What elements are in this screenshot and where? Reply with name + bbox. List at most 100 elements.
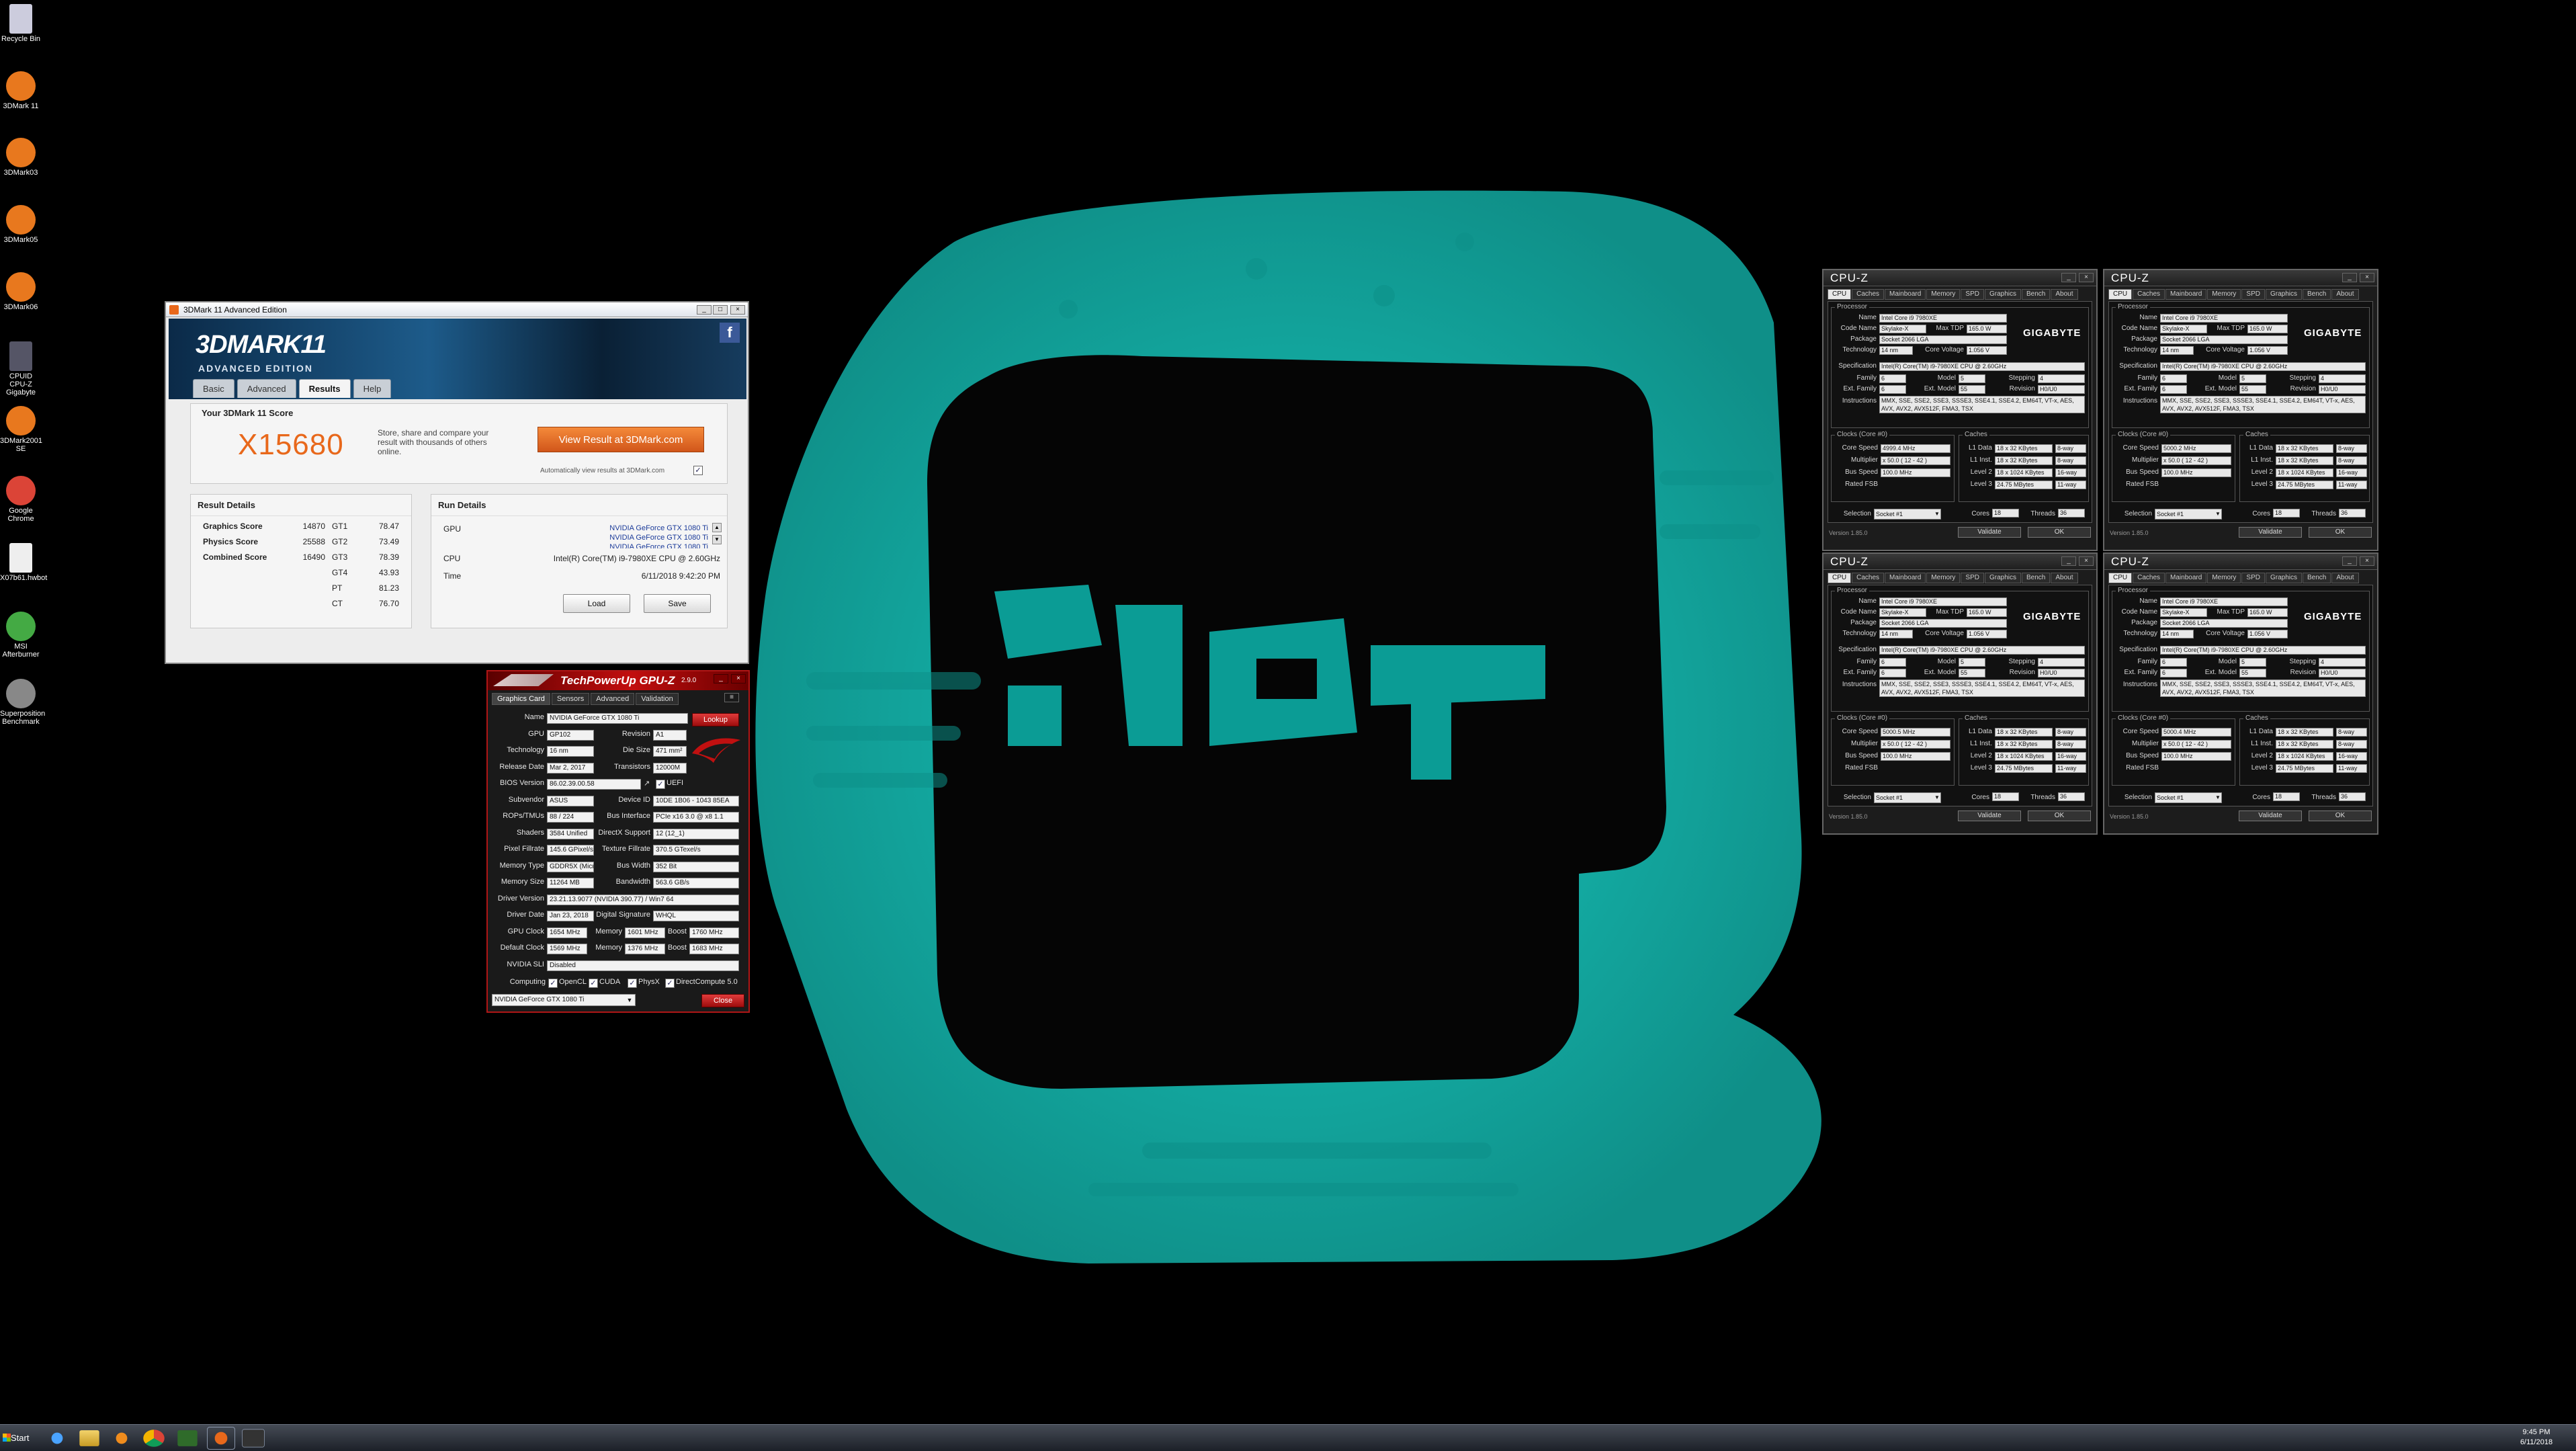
cpuz-close-button[interactable]: × xyxy=(2079,273,2094,282)
cpuz-selection-dropdown[interactable]: Socket #1 xyxy=(2155,792,2222,803)
cpuz-tab-graphics[interactable]: Graphics xyxy=(1984,289,2021,300)
desktop-icon[interactable]: Google Chrome xyxy=(0,476,42,523)
validate-button[interactable]: Validate xyxy=(2239,811,2302,821)
desktop-icon[interactable]: 3DMark2001 SE xyxy=(0,406,42,453)
cpuz-window[interactable]: CPU-Z _ × CPU Caches Mainboard Memory SPD Graphi… xyxy=(2103,269,2378,551)
tab-help[interactable]: Help xyxy=(353,379,392,398)
cpuz-titlebar[interactable]: CPU-Z _ × xyxy=(1823,270,2096,286)
cpuz-tab-graphics[interactable]: Graphics xyxy=(1984,573,2021,583)
desktop-icon[interactable]: 3DMark05 xyxy=(0,205,42,244)
cpuz-tab-bench[interactable]: Bench xyxy=(2022,573,2051,583)
cpuz-titlebar[interactable]: CPU-Z _ × xyxy=(2104,554,2377,570)
cpuz-tab-spd[interactable]: SPD xyxy=(1961,573,1984,583)
cpuz-minimize-button[interactable]: _ xyxy=(2061,273,2076,282)
tab-sensors[interactable]: Sensors xyxy=(551,693,590,705)
share-icon[interactable]: ↗ xyxy=(644,779,653,788)
cpuz-tab-bench[interactable]: Bench xyxy=(2303,289,2331,300)
cpuz-close-button[interactable]: × xyxy=(2360,556,2374,566)
desktop-icon[interactable]: MSI Afterburner xyxy=(0,612,42,659)
tab-advanced[interactable]: Advanced xyxy=(591,693,635,705)
taskbar-cpuz-icon[interactable] xyxy=(242,1429,265,1448)
taskbar-3dmark-icon[interactable] xyxy=(207,1427,235,1450)
cpuz-tab-about[interactable]: About xyxy=(2051,573,2078,583)
desktop-icon[interactable]: X07b61.hwbot xyxy=(0,543,47,582)
cpuz-selection-chevron-down-icon[interactable]: ▼ xyxy=(2214,510,2222,518)
cpuz-tab-caches[interactable]: Caches xyxy=(1852,573,1885,583)
tab-results[interactable]: Results xyxy=(298,379,351,398)
ok-button[interactable]: OK xyxy=(2028,811,2091,821)
cpuz-tab-caches[interactable]: Caches xyxy=(2133,573,2165,583)
system-clock[interactable]: 9:45 PM 6/11/2018 xyxy=(2506,1427,2567,1448)
gpuz-close-button[interactable]: × xyxy=(731,674,746,683)
desktop-icon[interactable]: Recycle Bin xyxy=(0,4,42,43)
cpuz-tab-cpu[interactable]: CPU xyxy=(1828,573,1852,583)
load-button[interactable]: Load xyxy=(563,594,630,613)
cpuz-tab-cpu[interactable]: CPU xyxy=(2108,573,2133,583)
gpu-list-scroll-down-icon[interactable]: ▼ xyxy=(712,535,722,544)
cpuz-selection-chevron-down-icon[interactable]: ▼ xyxy=(1933,510,1941,518)
taskbar-media-player-icon[interactable] xyxy=(108,1427,136,1450)
cpuz-selection-chevron-down-icon[interactable]: ▼ xyxy=(2214,794,2222,802)
maximize-button[interactable]: □ xyxy=(713,305,728,315)
save-button[interactable]: Save xyxy=(644,594,711,613)
cpuz-tab-about[interactable]: About xyxy=(2051,289,2078,300)
validate-button[interactable]: Validate xyxy=(1958,527,2021,538)
cpuz-tab-mainboard[interactable]: Mainboard xyxy=(1885,573,1926,583)
auto-view-checkbox[interactable]: ✓ xyxy=(693,466,703,475)
cpuz-tab-about[interactable]: About xyxy=(2331,573,2359,583)
cpuz-tab-memory[interactable]: Memory xyxy=(2207,289,2241,300)
validate-button[interactable]: Validate xyxy=(2239,527,2302,538)
cpuz-tab-spd[interactable]: SPD xyxy=(1961,289,1984,300)
cpuz-tab-spd[interactable]: SPD xyxy=(2241,289,2265,300)
cpuz-close-button[interactable]: × xyxy=(2079,556,2094,566)
cpuz-tab-mainboard[interactable]: Mainboard xyxy=(2165,573,2207,583)
cpuz-tab-mainboard[interactable]: Mainboard xyxy=(2165,289,2207,300)
cpuz-tab-memory[interactable]: Memory xyxy=(1926,573,1961,583)
gpuz-window[interactable]: TechPowerUp GPU-Z 2.9.0 _ × Graphics Car… xyxy=(486,670,750,1013)
start-button[interactable]: Start xyxy=(1,1427,34,1449)
gpuz-minimize-button[interactable]: _ xyxy=(714,674,728,683)
taskbar-ie-icon[interactable] xyxy=(43,1427,71,1450)
cpuz-titlebar[interactable]: CPU-Z _ × xyxy=(2104,270,2377,286)
cpuz-tab-mainboard[interactable]: Mainboard xyxy=(1885,289,1926,300)
gpu-list-scroll-up-icon[interactable]: ▲ xyxy=(712,523,722,532)
lookup-button[interactable]: Lookup xyxy=(692,713,739,727)
validate-button[interactable]: Validate xyxy=(1958,811,2021,821)
gpuz-titlebar[interactable]: TechPowerUp GPU-Z 2.9.0 _ × xyxy=(488,671,748,690)
gpuz-close-footer-button[interactable]: Close xyxy=(701,994,744,1007)
cpuz-minimize-button[interactable]: _ xyxy=(2342,273,2357,282)
taskbar-explorer-icon[interactable] xyxy=(79,1430,99,1446)
close-button[interactable]: × xyxy=(730,305,745,315)
cpuz-tab-memory[interactable]: Memory xyxy=(2207,573,2241,583)
tab-basic[interactable]: Basic xyxy=(193,379,234,398)
cpuz-tab-cpu[interactable]: CPU xyxy=(2108,289,2133,300)
taskbar-chrome-icon[interactable] xyxy=(143,1429,165,1447)
cpuz-window[interactable]: CPU-Z _ × CPU Caches Mainboard Memory SPD Graphi… xyxy=(1822,269,2098,551)
tab-advanced[interactable]: Advanced xyxy=(237,379,296,398)
cpuz-window[interactable]: CPU-Z _ × CPU Caches Mainboard Memory SPD Graphi… xyxy=(1822,552,2098,835)
cpuz-tab-graphics[interactable]: Graphics xyxy=(2265,289,2302,300)
cpuz-selection-dropdown[interactable]: Socket #1 xyxy=(1874,509,1941,520)
cpuz-tab-about[interactable]: About xyxy=(2331,289,2359,300)
3dmark-window[interactable]: 3DMark 11 Advanced Edition _ □ × 3DMARK1… xyxy=(165,301,749,664)
facebook-icon[interactable]: f xyxy=(720,323,740,343)
cpuz-tab-caches[interactable]: Caches xyxy=(1852,289,1885,300)
cpuz-tab-memory[interactable]: Memory xyxy=(1926,289,1961,300)
cpuz-selection-dropdown[interactable]: Socket #1 xyxy=(1874,792,1941,803)
desktop-icon[interactable]: 3DMark06 xyxy=(0,272,42,311)
cpuz-tab-caches[interactable]: Caches xyxy=(2133,289,2165,300)
cpuz-tab-spd[interactable]: SPD xyxy=(2241,573,2265,583)
tab-validation[interactable]: Validation xyxy=(636,693,679,705)
desktop-icon[interactable]: CPUID CPU-Z Gigabyte xyxy=(0,341,42,397)
cpuz-titlebar[interactable]: CPU-Z _ × xyxy=(1823,554,2096,570)
ok-button[interactable]: OK xyxy=(2309,527,2372,538)
cpuz-tab-bench[interactable]: Bench xyxy=(2303,573,2331,583)
desktop-icon[interactable]: 3DMark03 xyxy=(0,138,42,177)
3dmark-titlebar[interactable]: 3DMark 11 Advanced Edition _ □ × xyxy=(166,302,748,317)
desktop-icon[interactable]: 3DMark 11 xyxy=(0,71,42,110)
cpuz-tab-bench[interactable]: Bench xyxy=(2022,289,2051,300)
ok-button[interactable]: OK xyxy=(2028,527,2091,538)
cpuz-minimize-button[interactable]: _ xyxy=(2342,556,2357,566)
menu-icon[interactable]: ≡ xyxy=(724,693,739,702)
view-result-button[interactable]: View Result at 3DMark.com xyxy=(538,427,704,452)
